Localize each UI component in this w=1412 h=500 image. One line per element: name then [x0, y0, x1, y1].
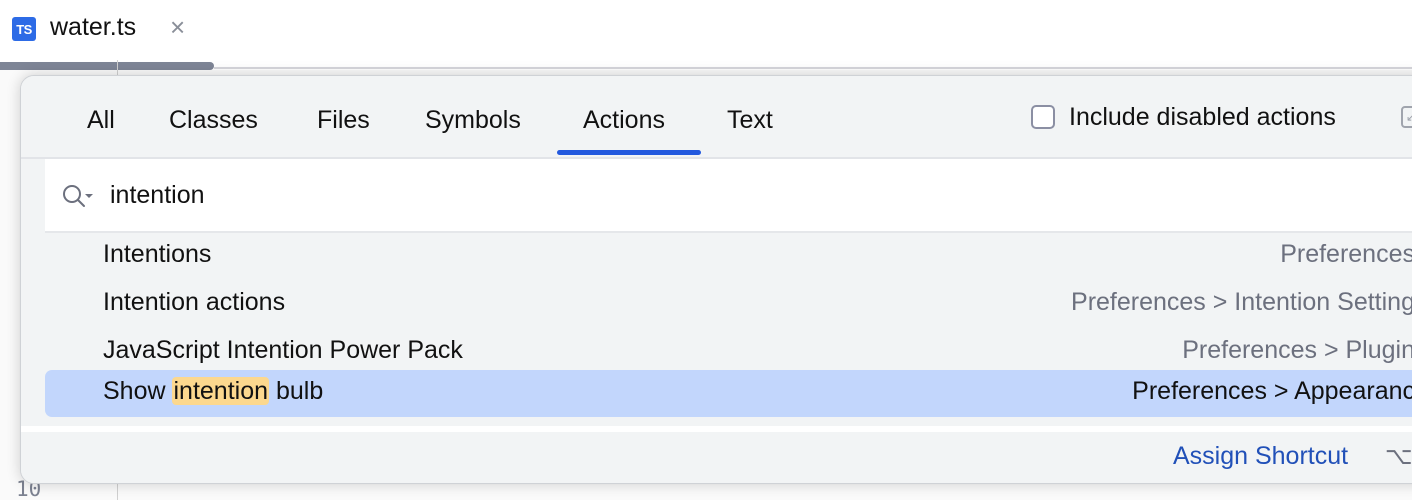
editor-tab-water-ts[interactable]: TS water.ts ×: [0, 0, 214, 62]
result-path: Preferences > Intention Setting: [1071, 288, 1412, 316]
result-name: Intention actions: [103, 288, 286, 316]
include-disabled-checkbox[interactable]: [1031, 105, 1055, 129]
active-tab-indicator: [0, 62, 214, 70]
search-with-dropdown-icon[interactable]: [61, 183, 95, 209]
search-match-highlight: intention: [172, 377, 270, 405]
result-name-suffix: bulb: [269, 377, 324, 405]
result-name: JavaScript Intention Power Pack: [103, 336, 463, 364]
result-path: Preferences: [1280, 240, 1412, 268]
include-disabled-actions-toggle[interactable]: Include disabled actions: [1031, 102, 1336, 132]
popup-footer: Assign Shortcut ⌥⏎: [21, 426, 1412, 483]
tab-classes[interactable]: Classes: [169, 100, 258, 140]
list-item[interactable]: JavaScript Intention Power Pack Preferen…: [45, 329, 1412, 376]
typescript-icon-label: TS: [16, 21, 32, 37]
tab-actions[interactable]: Actions: [583, 100, 665, 140]
result-path: Preferences > Plugin: [1182, 336, 1412, 364]
assign-shortcut-link[interactable]: Assign Shortcut: [1173, 442, 1348, 471]
list-item[interactable]: Intention actions Preferences > Intentio…: [45, 281, 1412, 328]
shortcut-hint: ⌥⏎: [1385, 443, 1412, 470]
tab-files[interactable]: Files: [317, 100, 370, 140]
tab-all[interactable]: All: [87, 100, 115, 140]
open-in-tool-window-icon[interactable]: ↙: [1401, 106, 1412, 128]
typescript-file-icon: TS: [12, 17, 36, 41]
ide-window: TS water.ts × 10 All Classes Files Symbo…: [0, 0, 1412, 500]
editor-tab-title: water.ts: [50, 13, 137, 41]
close-icon[interactable]: ×: [170, 12, 185, 42]
popup-header: All Classes Files Symbols Actions Text I…: [21, 76, 1412, 159]
list-item-selected[interactable]: Show intention bulb Preferences > Appear…: [45, 370, 1412, 417]
result-name: Show intention bulb: [103, 377, 323, 406]
active-tab-underline: [557, 150, 701, 155]
editor-tab-bar: TS water.ts ×: [0, 0, 1412, 70]
tab-strip-divider: [214, 67, 1412, 69]
search-everywhere-popup: All Classes Files Symbols Actions Text I…: [20, 75, 1412, 484]
tab-symbols[interactable]: Symbols: [425, 100, 521, 140]
include-disabled-label: Include disabled actions: [1069, 102, 1336, 131]
result-path: Preferences > Appearanc: [1132, 377, 1412, 405]
search-input[interactable]: [108, 175, 1012, 215]
search-row: [45, 159, 1412, 233]
result-name-prefix: Show: [103, 377, 173, 405]
tab-text[interactable]: Text: [727, 100, 773, 140]
list-item[interactable]: Intentions Preferences: [45, 233, 1412, 280]
result-name: Intentions: [103, 240, 212, 268]
